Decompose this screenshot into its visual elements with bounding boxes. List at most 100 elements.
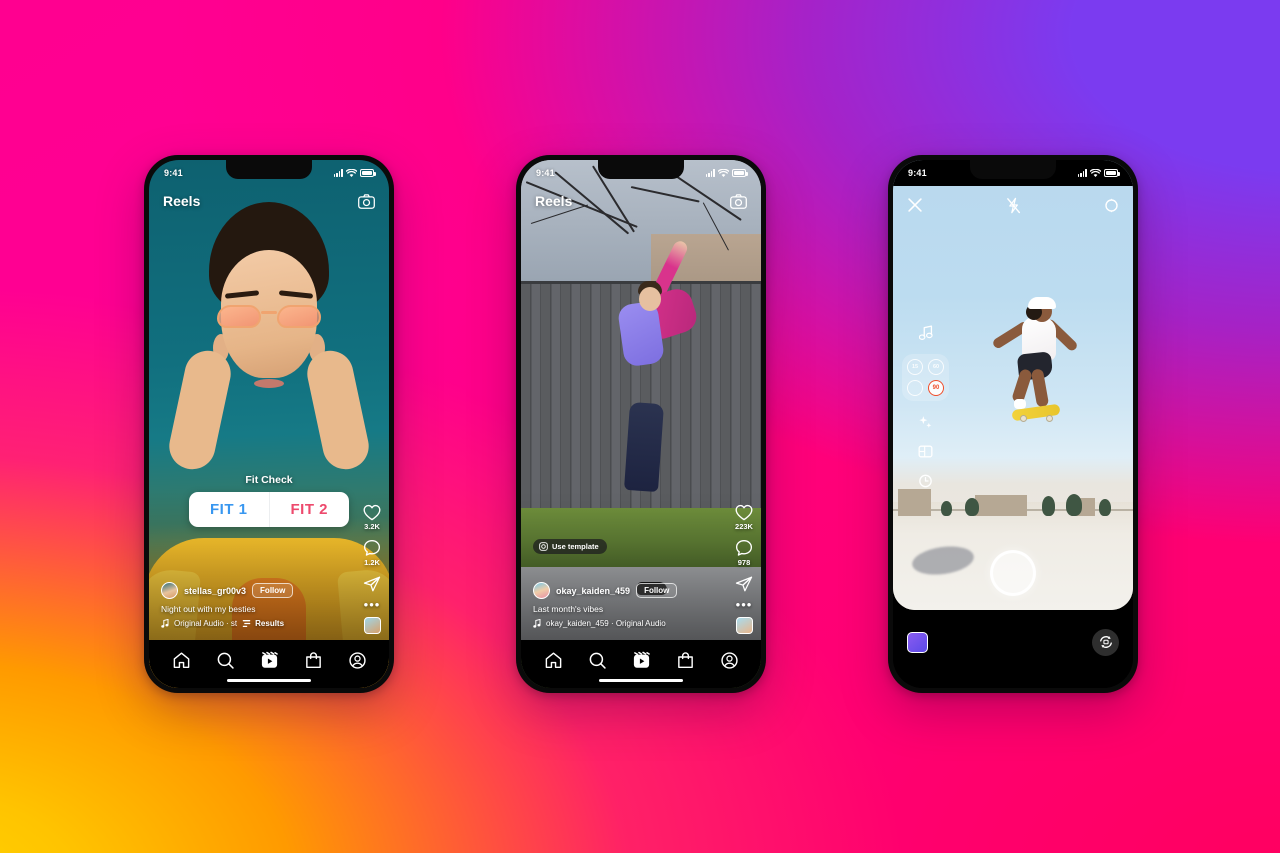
promo-stage: 9:41 Reels Fit Check FIT 1 FIT 2 3.2K 1.… [0,0,1280,853]
comment-count: 1.2K [364,558,380,567]
duration-option-90[interactable]: 90 [928,380,944,396]
caption-block: okay_kaiden_459 Follow Last month's vibe… [533,582,719,628]
camera-tool-column: 15 60 90 [902,325,949,488]
home-icon[interactable] [544,651,563,670]
caption-block: stellas_gr00v3 Follow Night out with my … [161,582,347,628]
follow-button[interactable]: Follow [636,583,678,598]
username[interactable]: okay_kaiden_459 [556,586,630,596]
comment-icon[interactable] [735,539,753,557]
poll-sticker: Fit Check FIT 1 FIT 2 [189,474,349,527]
like-count: 223K [735,522,753,531]
poll-results[interactable]: Results [242,619,284,628]
cellular-bars-icon [705,169,715,177]
comment-icon[interactable] [363,539,381,557]
close-x-icon[interactable] [907,197,923,213]
search-icon[interactable] [216,651,235,670]
comment-count: 978 [737,558,751,567]
device-notch [226,160,312,179]
reels-icon[interactable] [632,651,651,670]
caption-text: Last month's vibes [533,604,604,614]
reels-header: Reels [521,186,761,216]
phone2-screen: 9:41 Reels Use template 223K 978 ••• oka… [521,160,761,688]
music-note-icon[interactable] [918,325,933,340]
duration-panel: 15 60 90 [902,354,949,401]
poll-results-icon [242,620,251,628]
profile-circle-icon[interactable] [720,651,739,670]
record-button[interactable] [990,550,1036,596]
home-icon[interactable] [172,651,191,670]
heart-icon[interactable] [735,504,753,521]
audio-label[interactable]: okay_kaiden_459 · Original Audio [546,619,666,628]
flip-camera-icon[interactable] [1092,628,1119,656]
phone-reels-template: 9:41 Reels Use template 223K 978 ••• oka… [516,155,766,693]
more-dots-icon[interactable]: ••• [364,598,381,611]
status-time: 9:41 [164,168,183,178]
flash-off-icon[interactable] [1006,197,1021,214]
camera-top-bar [893,188,1133,222]
home-indicator [227,678,311,682]
phone-camera: 9:41 15 60 90 [888,155,1138,693]
battery-full-icon [360,169,376,177]
like-action[interactable]: 223K [735,504,753,531]
camera-icon[interactable] [730,193,747,209]
search-icon[interactable] [588,651,607,670]
camera-bottom-bar [893,610,1133,688]
poll-option-b[interactable]: FIT 2 [268,492,350,527]
follow-button[interactable]: Follow [252,583,294,598]
audio-thumbnail[interactable] [735,617,753,634]
phone1-screen: 9:41 Reels Fit Check FIT 1 FIT 2 3.2K 1.… [149,160,389,688]
template-icon [539,542,548,551]
caption-text: Night out with my besties [161,604,256,614]
device-notch [970,160,1056,179]
phone3-screen: 9:41 15 60 90 [893,160,1133,688]
avatar[interactable] [533,582,550,599]
results-label: Results [255,619,285,628]
use-template-button[interactable]: Use template [533,539,607,554]
reels-icon[interactable] [260,651,279,670]
wifi-icon [718,168,729,177]
duration-option-blank[interactable] [907,380,923,396]
like-count: 3.2K [364,522,380,531]
avatar[interactable] [161,582,178,599]
poll-question: Fit Check [245,474,293,486]
audio-thumbnail[interactable] [363,617,381,634]
layout-grid-icon[interactable] [918,444,933,459]
device-notch [598,160,684,179]
sparkle-settings-icon[interactable] [1104,198,1119,213]
like-action[interactable]: 3.2K [363,504,381,531]
camera-icon[interactable] [358,193,375,209]
more-dots-icon[interactable]: ••• [736,598,753,611]
shop-bag-icon[interactable] [304,651,323,670]
audio-label[interactable]: Original Audio · st [174,619,237,628]
phone-reels-poll: 9:41 Reels Fit Check FIT 1 FIT 2 3.2K 1.… [144,155,394,693]
wifi-icon [346,168,357,177]
sparkles-icon[interactable] [918,415,933,430]
paper-plane-icon[interactable] [363,575,381,593]
action-rail: 223K 978 ••• [735,504,753,634]
music-note-icon [533,619,541,628]
timer-icon[interactable] [918,473,933,488]
action-rail: 3.2K 1.2K ••• [363,504,381,634]
reels-header: Reels [149,186,389,216]
cellular-bars-icon [333,169,343,177]
battery-full-icon [732,169,748,177]
status-time: 9:41 [536,168,555,178]
profile-circle-icon[interactable] [348,651,367,670]
heart-icon[interactable] [363,504,381,521]
shop-bag-icon[interactable] [676,651,695,670]
gallery-thumbnail[interactable] [907,631,928,653]
username[interactable]: stellas_gr00v3 [184,586,246,596]
duration-option-60[interactable]: 60 [928,359,944,375]
poll-option-a[interactable]: FIT 1 [189,492,269,527]
cellular-bars-icon [1077,169,1087,177]
use-template-label: Use template [552,542,599,551]
home-indicator [599,678,683,682]
battery-full-icon [1104,169,1120,177]
duration-option-15[interactable]: 15 [907,359,923,375]
paper-plane-icon[interactable] [735,575,753,593]
wifi-icon [1090,168,1101,177]
music-note-icon [161,619,169,628]
comment-action[interactable]: 1.2K [363,539,381,567]
page-title: Reels [535,193,573,209]
comment-action[interactable]: 978 [735,539,753,567]
